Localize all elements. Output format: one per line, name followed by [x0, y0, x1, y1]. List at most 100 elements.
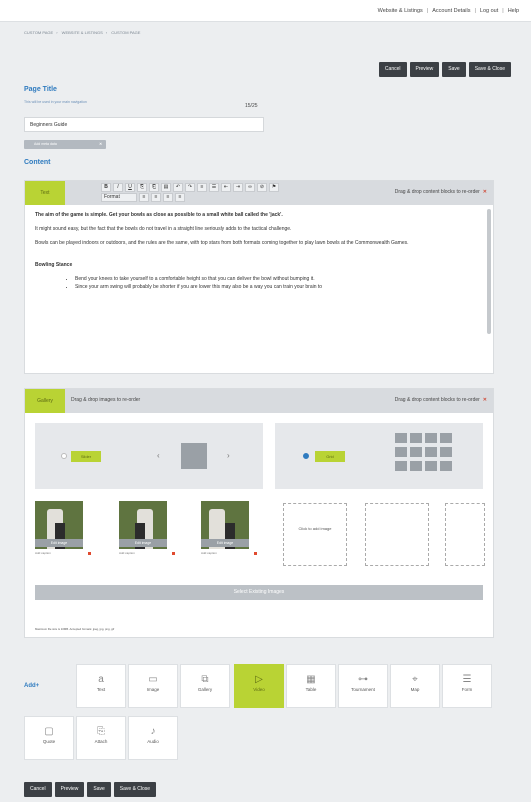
block-label: Map — [410, 687, 420, 692]
grid-layout-option[interactable]: Grid — [275, 423, 483, 489]
edit-image-button[interactable]: Edit image — [201, 539, 249, 547]
italic-icon[interactable]: I — [113, 183, 123, 192]
add-quote-block[interactable]: ▢ Quote — [24, 716, 74, 760]
align-justify-icon[interactable]: ≡ — [175, 193, 185, 202]
preview-button[interactable]: Preview — [409, 62, 440, 77]
gallery-block: Gallery Drag & drop images to re-order D… — [24, 388, 494, 638]
table-icon: ▦ — [306, 674, 316, 685]
delete-icon[interactable] — [172, 552, 175, 555]
format-select[interactable]: Format — [101, 193, 137, 202]
link-icon[interactable]: ∞ — [245, 183, 255, 192]
add-video-block[interactable]: ▷ Video — [234, 664, 284, 708]
slider-radio[interactable] — [61, 453, 67, 459]
delete-icon[interactable] — [88, 552, 91, 555]
gallery-block-header[interactable]: Gallery Drag & drop images to re-order D… — [25, 389, 493, 413]
add-block-label: Add+ — [24, 683, 40, 689]
underline-icon[interactable]: U — [125, 183, 135, 192]
cancel-button[interactable]: Cancel — [24, 782, 52, 797]
form-icon: ☰ — [462, 674, 472, 685]
bottom-action-bar: Cancel Preview Save Save & Close — [24, 782, 159, 797]
indent-icon[interactable]: ⇥ — [233, 183, 243, 192]
grid-preview-icon — [440, 447, 452, 457]
nav-website-listings[interactable]: Website & Listings — [378, 8, 423, 14]
undo-icon[interactable]: ↶ — [173, 183, 183, 192]
page-title-input[interactable]: Beginners Guide — [24, 117, 264, 132]
redo-icon[interactable]: ↷ — [185, 183, 195, 192]
close-icon[interactable]: ✕ — [99, 140, 102, 149]
chevron-left-icon: ‹ — [157, 451, 160, 460]
nav-help[interactable]: Help — [508, 8, 519, 14]
paste-icon[interactable]: ⎗ — [149, 183, 159, 192]
slider-label: Slider — [71, 451, 101, 462]
copy-icon[interactable]: ⎘ — [137, 183, 147, 192]
add-tournament-block[interactable]: ⊶ Tournament — [338, 664, 388, 708]
text-block-header[interactable]: Text B I U ⎘ ⎗ ▤ ↶ ↷ ≡ ☰ ⇤ ⇥ ∞ ⊘ ⚑ Forma… — [25, 181, 493, 205]
save-button[interactable]: Save — [87, 782, 111, 797]
breadcrumb-item[interactable]: WEBSITE & LISTINGS — [62, 30, 103, 35]
gallery-block-tag: Gallery — [25, 389, 65, 413]
breadcrumb: CUSTOM PAGE › WEBSITE & LISTINGS › CUSTOM … — [24, 30, 141, 35]
add-audio-block[interactable]: ♪ Audio — [128, 716, 178, 760]
flag-icon[interactable]: ⚑ — [269, 183, 279, 192]
add-table-block[interactable]: ▦ Table — [286, 664, 336, 708]
align-left-icon[interactable]: ≡ — [139, 193, 149, 202]
add-caption-link[interactable]: Add caption — [119, 551, 135, 555]
select-existing-images-button[interactable]: Select Existing Images — [35, 585, 483, 600]
unlink-icon[interactable]: ⊘ — [257, 183, 267, 192]
grid-preview-icon — [425, 447, 437, 457]
add-image-block[interactable]: ▭ Image — [128, 664, 178, 708]
add-caption-link[interactable]: Add caption — [201, 551, 217, 555]
add-gallery-block[interactable]: ⧉ Gallery — [180, 664, 230, 708]
block-label: Quote — [42, 739, 56, 744]
file-size-note: Maximum file size is 10MB. Accepted form… — [35, 627, 115, 631]
add-form-block[interactable]: ☰ Form — [442, 664, 492, 708]
bold-icon[interactable]: B — [101, 183, 111, 192]
block-label: Video — [253, 687, 265, 692]
top-action-bar: Cancel Preview Save Save & Close — [376, 62, 511, 77]
empty-image-slot[interactable] — [445, 503, 485, 566]
block-label: Text — [96, 687, 106, 692]
meta-data-chip[interactable]: Add meta data ✕ — [24, 140, 106, 149]
cancel-button[interactable]: Cancel — [378, 62, 407, 77]
add-caption-link[interactable]: Add caption — [35, 551, 51, 555]
block-label: Gallery — [197, 687, 213, 692]
nav-logout[interactable]: Log out — [480, 8, 498, 14]
content-heading: Content — [24, 159, 51, 166]
paste-text-icon[interactable]: ▤ — [161, 183, 171, 192]
save-close-button[interactable]: Save & Close — [468, 62, 511, 77]
dropzone-label: Click to add image — [298, 526, 332, 531]
rich-text-editor[interactable]: The aim of the game is simple. Get your … — [25, 205, 493, 363]
gallery-thumbnail[interactable]: Edit image Add caption — [35, 501, 95, 555]
empty-image-slot[interactable] — [365, 503, 429, 566]
preview-button[interactable]: Preview — [54, 782, 85, 797]
drag-note-text: Drag & drop content blocks to re-order — [394, 189, 480, 195]
edit-image-button[interactable]: Edit image — [119, 539, 167, 547]
char-counter: 15/25 — [245, 103, 258, 109]
bullet-list-icon[interactable]: ☰ — [209, 183, 219, 192]
save-close-button[interactable]: Save & Close — [113, 782, 157, 797]
close-icon[interactable]: ✕ — [483, 397, 487, 403]
add-text-block[interactable]: a Text — [76, 664, 126, 708]
close-icon[interactable]: ✕ — [483, 189, 487, 195]
gallery-thumbnail[interactable]: Edit image Add caption — [201, 501, 261, 555]
slider-layout-option[interactable]: Slider ‹ › — [35, 423, 263, 489]
tournament-icon: ⊶ — [358, 674, 368, 685]
align-right-icon[interactable]: ≡ — [163, 193, 173, 202]
outdent-icon[interactable]: ⇤ — [221, 183, 231, 192]
add-image-dropzone[interactable]: Click to add image — [283, 503, 347, 566]
add-map-block[interactable]: ⌖ Map — [390, 664, 440, 708]
block-label: Audio — [147, 739, 159, 744]
edit-image-button[interactable]: Edit image — [35, 539, 83, 547]
gallery-thumbnail[interactable]: Edit image Add caption — [119, 501, 179, 555]
editor-scrollbar[interactable] — [487, 209, 491, 334]
nav-account-details[interactable]: Account Details — [432, 8, 470, 14]
save-button[interactable]: Save — [442, 62, 466, 77]
breadcrumb-item[interactable]: CUSTOM PAGE — [24, 30, 53, 35]
text-block: Text B I U ⎘ ⎗ ▤ ↶ ↷ ≡ ☰ ⇤ ⇥ ∞ ⊘ ⚑ Forma… — [24, 180, 494, 374]
add-attach-block[interactable]: ⎘ Attach — [76, 716, 126, 760]
delete-icon[interactable] — [254, 552, 257, 555]
align-center-icon[interactable]: ≡ — [151, 193, 161, 202]
grid-radio[interactable] — [303, 453, 309, 459]
ordered-list-icon[interactable]: ≡ — [197, 183, 207, 192]
chevron-right-icon: › — [227, 451, 230, 460]
